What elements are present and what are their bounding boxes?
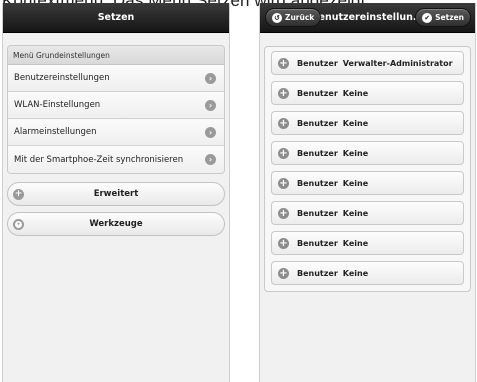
user-row[interactable]: + Benutzer Keine (271, 201, 464, 225)
basic-settings-menu: Menü Grundeinstellungen Benutzereinstell… (7, 45, 225, 174)
user-list: + Benutzer Verwalter-Administrator + Ben… (264, 46, 471, 292)
set-button-label: Setzen (435, 13, 464, 22)
user-row[interactable]: + Benutzer Keine (271, 81, 464, 105)
user-row[interactable]: + Benutzer Keine (271, 141, 464, 165)
chevron-right-icon: › (205, 154, 216, 165)
header-bar: ↺ Zurück Benutzereinstellun... ✔ Setzen (260, 3, 475, 33)
advanced-button[interactable]: + Erweitert (7, 182, 225, 206)
user-value: Keine (342, 88, 369, 98)
user-prefix: Benutzer (297, 88, 338, 98)
chevron-right-icon: › (205, 99, 216, 111)
user-value: Keine (342, 118, 369, 128)
back-button-label: Zurück (285, 13, 315, 22)
plus-circle-icon: + (278, 147, 289, 159)
advanced-button-label: Erweitert (93, 189, 139, 199)
menu-item-wlan-settings[interactable]: WLAN-Einstellungen › (8, 92, 224, 119)
plus-circle-icon: + (13, 189, 24, 200)
settings-screen: Setzen Menü Grundeinstellungen Benutzere… (2, 3, 230, 382)
page-title: Setzen (97, 12, 135, 23)
menu-item-sync-time[interactable]: Mit der Smartphoe-Zeit synchronisieren › (8, 146, 224, 173)
user-settings-screen: ↺ Zurück Benutzereinstellun... ✔ Setzen … (259, 3, 476, 382)
menu-item-label: Mit der Smartphoe-Zeit synchronisieren (14, 154, 184, 165)
plus-circle-icon: + (278, 57, 289, 69)
user-value: Keine (342, 238, 369, 248)
plus-circle-icon: + (278, 177, 289, 189)
user-value: Keine (342, 148, 369, 158)
user-value: Keine (342, 208, 369, 218)
menu-item-alarm-settings[interactable]: Alarmeinstellungen › (8, 119, 224, 146)
user-row[interactable]: + Benutzer Keine (271, 231, 464, 255)
gear-icon: • (13, 219, 24, 230)
user-row[interactable]: + Benutzer Keine (271, 261, 464, 285)
user-prefix: Benutzer (297, 178, 338, 188)
menu-item-label: Benutzereinstellungen (14, 73, 110, 83)
user-row[interactable]: + Benutzer Keine (271, 111, 464, 135)
user-value: Keine (342, 178, 369, 188)
tools-button-label: Werkzeuge (89, 219, 143, 229)
menu-item-label: Alarmeinstellungen (14, 127, 97, 137)
set-button[interactable]: ✔ Setzen (415, 8, 471, 27)
user-prefix: Benutzer (297, 268, 338, 278)
user-prefix: Benutzer (297, 238, 338, 248)
tools-button[interactable]: • Werkzeuge (7, 212, 225, 236)
menu-item-user-settings[interactable]: Benutzereinstellungen › (8, 65, 224, 92)
plus-circle-icon: + (278, 117, 289, 129)
back-arrow-icon: ↺ (272, 12, 282, 23)
menu-item-label: WLAN-Einstellungen (14, 100, 101, 110)
chevron-right-icon: › (205, 72, 216, 84)
user-row[interactable]: + Benutzer Keine (271, 171, 464, 195)
user-value: Verwalter-Administrator (342, 58, 453, 68)
menu-group-header: Menü Grundeinstellungen (8, 46, 224, 65)
user-prefix: Benutzer (297, 58, 338, 68)
plus-circle-icon: + (278, 207, 289, 219)
user-value: Keine (342, 268, 369, 278)
checkmark-icon: ✔ (422, 12, 433, 23)
back-button[interactable]: ↺ Zurück (265, 8, 322, 27)
user-row[interactable]: + Benutzer Verwalter-Administrator (271, 51, 464, 75)
page-title: Benutzereinstellun... (311, 12, 424, 23)
header-bar: Setzen (3, 3, 229, 33)
user-prefix: Benutzer (297, 208, 338, 218)
plus-circle-icon: + (278, 87, 289, 99)
user-prefix: Benutzer (297, 118, 338, 128)
user-prefix: Benutzer (297, 148, 338, 158)
plus-circle-icon: + (278, 237, 289, 249)
plus-circle-icon: + (278, 267, 289, 279)
chevron-right-icon: › (205, 126, 216, 138)
